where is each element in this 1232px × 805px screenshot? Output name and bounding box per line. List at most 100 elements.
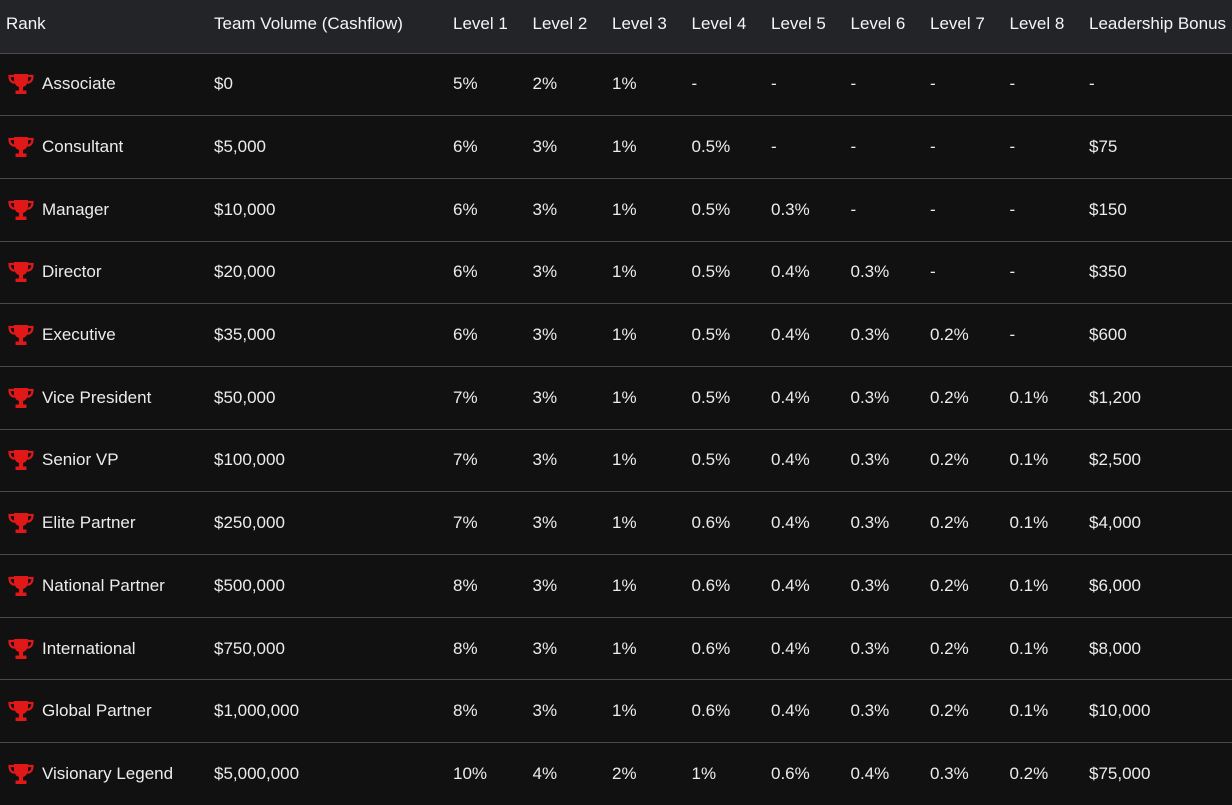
leadership-bonus-cell: - xyxy=(1089,74,1095,94)
level-7-cell: - xyxy=(930,74,936,94)
level-2-cell: 3% xyxy=(532,450,558,470)
rank-name: Manager xyxy=(42,199,110,219)
header-team-volume: Team Volume (Cashflow) xyxy=(214,0,453,54)
trophy-icon xyxy=(6,260,36,284)
level-5-cell: 0.4% xyxy=(771,450,810,470)
table-row: Associate $0 5% 2% 1% - - - - - - xyxy=(0,53,1232,116)
level-3-cell: 1% xyxy=(612,513,637,533)
level-3-cell: 1% xyxy=(612,199,637,219)
level-5-cell: 0.4% xyxy=(771,513,810,533)
level-5-cell: 0.4% xyxy=(771,387,810,407)
level-1-cell: 7% xyxy=(453,513,478,533)
level-2-cell: 3% xyxy=(532,137,558,157)
rank-wrap: Vice President xyxy=(6,386,214,410)
level-8-cell: 0.1% xyxy=(1009,701,1049,721)
team-volume-cell: $0 xyxy=(214,74,233,94)
table-row: Consultant $5,000 6% 3% 1% 0.5% - - - - $75 xyxy=(0,116,1232,179)
level-5-cell: 0.4% xyxy=(771,262,810,282)
header-leadership-bonus: Leadership Bonus xyxy=(1089,0,1232,54)
team-volume-cell: $35,000 xyxy=(214,325,276,345)
rank-name: Executive xyxy=(42,325,116,345)
team-volume-cell: $5,000,000 xyxy=(214,764,300,784)
rank-name: Director xyxy=(42,262,102,282)
table-row: Vice President $50,000 7% 3% 1% 0.5% 0.4% 0.3% 0… xyxy=(0,366,1232,430)
level-4-cell: 0.5% xyxy=(691,137,731,157)
leadership-bonus-cell: $8,000 xyxy=(1089,638,1141,658)
team-volume-cell: $750,000 xyxy=(214,638,285,658)
table-row: Director $20,000 6% 3% 1% 0.5% 0.4% 0.3% - - $350 xyxy=(0,241,1232,304)
team-volume-cell: $50,000 xyxy=(214,387,276,407)
rank-wrap: Elite Partner xyxy=(6,511,214,535)
level-5-cell: 0.4% xyxy=(771,638,810,658)
level-1-cell: 7% xyxy=(453,387,478,407)
rank-wrap: National Partner xyxy=(6,574,214,598)
level-1-cell: 6% xyxy=(453,199,478,219)
level-6-cell: - xyxy=(850,199,857,219)
level-7-cell: 0.2% xyxy=(930,387,969,407)
leadership-bonus-cell: $75,000 xyxy=(1089,764,1151,784)
rank-cell: Director xyxy=(0,241,214,304)
level-7-cell: 0.2% xyxy=(930,638,969,658)
level-4-cell: 0.5% xyxy=(691,450,731,470)
header-level-1: Level 1 xyxy=(453,0,533,54)
rank-cell: International xyxy=(0,617,214,680)
level-7-cell: - xyxy=(930,262,936,282)
team-volume-cell: $250,000 xyxy=(214,513,285,533)
level-8-cell: - xyxy=(1009,262,1016,282)
level-8-cell: - xyxy=(1009,137,1016,157)
header-level-7: Level 7 xyxy=(930,0,1010,54)
table-row: Senior VP $100,000 7% 3% 1% 0.5% 0.4% 0.3% 0.2% 0… xyxy=(0,429,1232,492)
leadership-bonus-cell: $1,200 xyxy=(1089,387,1141,407)
level-7-cell: 0.3% xyxy=(930,764,969,784)
rank-name: International xyxy=(42,638,136,658)
level-2-cell: 3% xyxy=(532,638,558,658)
rank-cell: Visionary Legend xyxy=(0,743,214,805)
trophy-icon xyxy=(6,448,36,472)
level-8-cell: 0.1% xyxy=(1009,387,1049,407)
level-8-cell: - xyxy=(1009,74,1016,94)
table-row: Global Partner $1,000,000 8% 3% 1% 0.6% 0.4% 0.… xyxy=(0,680,1232,743)
level-1-cell: 6% xyxy=(453,325,478,345)
rank-cell: Associate xyxy=(0,53,214,116)
rank-wrap: Executive xyxy=(6,323,214,347)
level-1-cell: 6% xyxy=(453,137,478,157)
level-3-cell: 1% xyxy=(612,575,637,595)
level-2-cell: 3% xyxy=(532,325,558,345)
level-6-cell: 0.3% xyxy=(850,262,890,282)
level-2-cell: 4% xyxy=(532,764,558,784)
rank-wrap: Global Partner xyxy=(6,699,214,723)
rank-name: National Partner xyxy=(42,575,165,595)
level-8-cell: 0.1% xyxy=(1009,575,1049,595)
level-6-cell: 0.3% xyxy=(850,325,890,345)
rank-cell: Vice President xyxy=(0,366,214,429)
level-2-cell: 2% xyxy=(532,74,558,94)
trophy-icon xyxy=(6,135,36,159)
level-3-cell: 2% xyxy=(612,764,637,784)
level-6-cell: 0.3% xyxy=(850,575,890,595)
rank-name: Elite Partner xyxy=(42,513,136,533)
rank-name: Consultant xyxy=(42,137,124,157)
rank-name: Vice President xyxy=(42,387,152,407)
level-6-cell: - xyxy=(850,74,857,94)
level-1-cell: 5% xyxy=(453,74,478,94)
level-8-cell: - xyxy=(1009,325,1016,345)
team-volume-cell: $100,000 xyxy=(214,450,285,470)
level-7-cell: 0.2% xyxy=(930,450,969,470)
leadership-bonus-cell: $150 xyxy=(1089,199,1127,219)
header-row: Rank Team Volume (Cashflow) Level 1 Leve… xyxy=(0,0,1232,54)
team-volume-cell: $5,000 xyxy=(214,137,266,157)
trophy-icon xyxy=(6,762,36,786)
trophy-icon xyxy=(6,637,36,661)
level-2-cell: 3% xyxy=(532,262,558,282)
level-2-cell: 3% xyxy=(532,575,558,595)
header-level-8: Level 8 xyxy=(1009,0,1089,54)
level-4-cell: 0.5% xyxy=(691,199,731,219)
level-1-cell: 8% xyxy=(453,575,478,595)
table-row: National Partner $500,000 8% 3% 1% 0.6% 0.4% 0.… xyxy=(0,555,1232,618)
level-8-cell: 0.2% xyxy=(1009,764,1049,784)
level-3-cell: 1% xyxy=(612,137,637,157)
level-8-cell: 0.1% xyxy=(1009,513,1049,533)
level-7-cell: 0.2% xyxy=(930,701,969,721)
level-1-cell: 7% xyxy=(453,450,478,470)
rank-cell: Global Partner xyxy=(0,680,214,743)
